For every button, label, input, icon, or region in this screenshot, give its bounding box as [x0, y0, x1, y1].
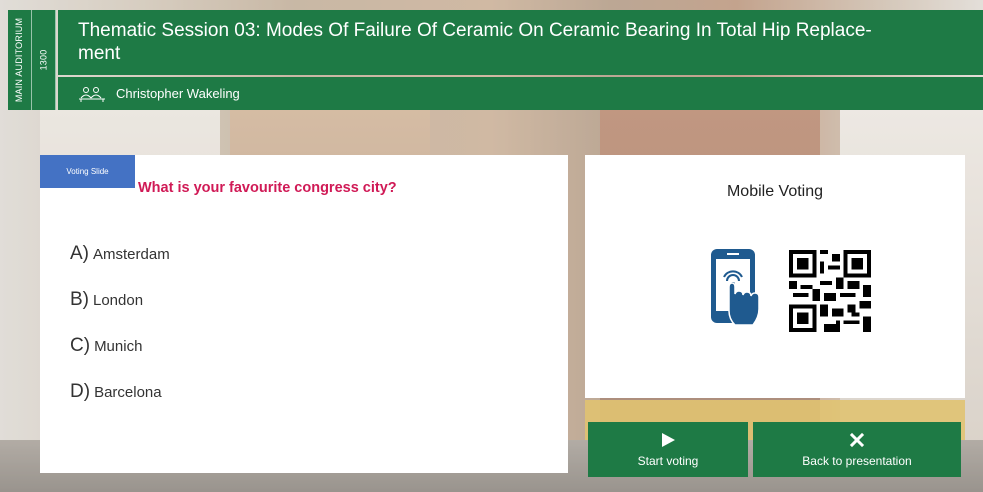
- presenters-icon: [79, 86, 105, 102]
- answer-letter: B): [70, 289, 89, 310]
- answer-text: Amsterdam: [93, 246, 170, 263]
- title-bar: Thematic Session 03: Modes Of Failure Of…: [58, 10, 983, 75]
- close-icon: [849, 432, 865, 447]
- answer-list: A) Amsterdam B) London C) Munich D) Barc…: [70, 243, 170, 427]
- answer-option-b: B) London: [70, 289, 170, 335]
- poll-question: What is your favourite congress city?: [138, 180, 397, 196]
- session-title: Thematic Session 03: Modes Of Failure Of…: [78, 20, 872, 64]
- start-voting-label: Start voting: [637, 453, 699, 468]
- answer-text: Barcelona: [94, 384, 162, 401]
- voting-slide-badge: Voting Slide: [40, 155, 135, 188]
- presenter-name: Christopher Wakeling: [116, 86, 240, 101]
- mobile-voting-title: Mobile Voting: [726, 183, 824, 200]
- back-to-presentation-button[interactable]: Back to presentation: [753, 422, 961, 477]
- room-time-column: 1300: [32, 10, 56, 110]
- answer-letter: C): [70, 335, 91, 356]
- answer-option-a: A) Amsterdam: [70, 243, 170, 289]
- play-icon: [662, 432, 675, 447]
- answer-letter: A): [70, 243, 89, 264]
- answer-letter: D): [70, 381, 91, 402]
- presenter-bar: Christopher Wakeling: [58, 77, 983, 110]
- answer-text: London: [93, 292, 144, 309]
- question-card: Voting Slide What is your favourite cong…: [40, 155, 568, 473]
- phone-tap-icon: [711, 249, 760, 326]
- qr-code-icon: [789, 250, 871, 332]
- session-header: MAIN AUDITORIUM 1300 Thematic Session 03…: [8, 10, 983, 110]
- answer-option-d: D) Barcelona: [70, 381, 170, 427]
- room-time: 1300: [38, 49, 49, 71]
- room-name-column: MAIN AUDITORIUM: [8, 10, 32, 110]
- back-to-presentation-label: Back to presentation: [802, 453, 912, 468]
- start-voting-button[interactable]: Start voting: [588, 422, 748, 477]
- answer-option-c: C) Munich: [70, 335, 170, 381]
- room-strip: MAIN AUDITORIUM 1300: [8, 10, 56, 110]
- room-name: MAIN AUDITORIUM: [14, 17, 25, 103]
- mobile-voting-card: Mobile Voting: [585, 155, 965, 398]
- answer-text: Munich: [94, 338, 143, 355]
